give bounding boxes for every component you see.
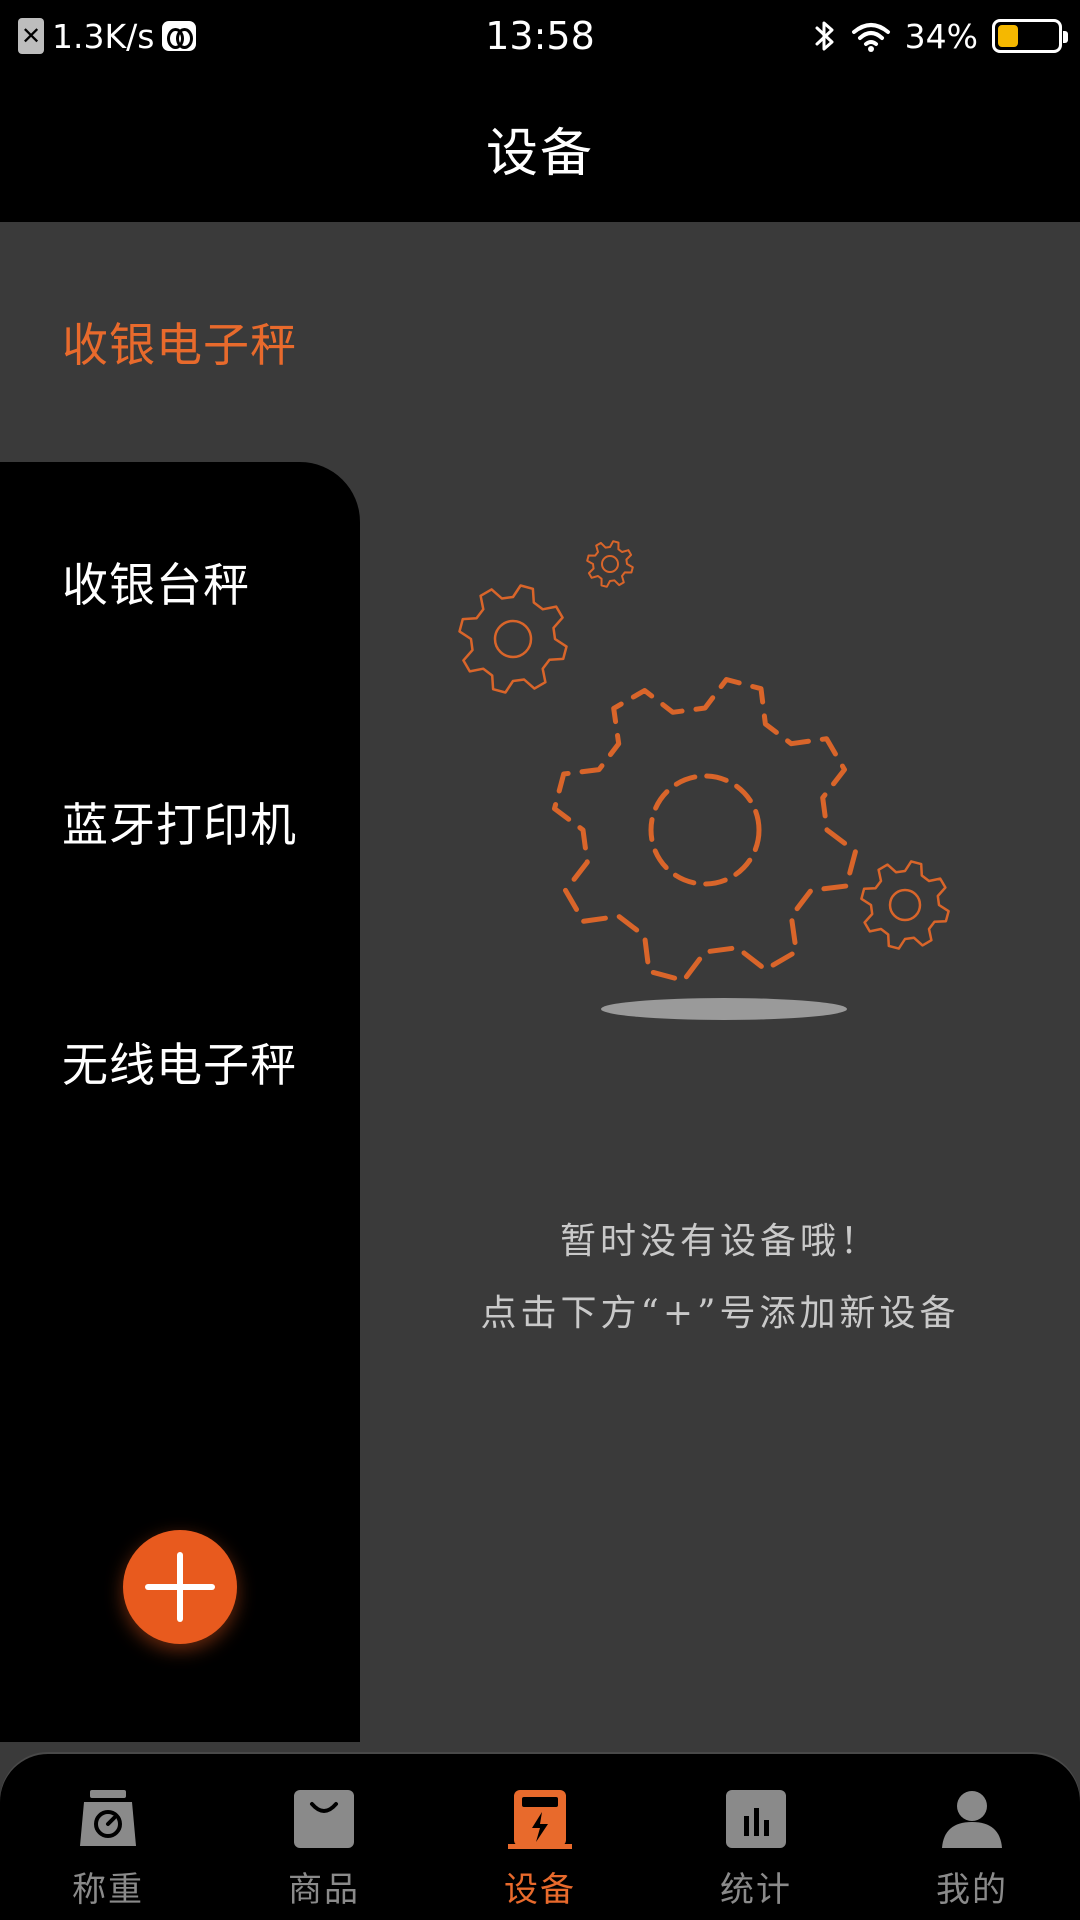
tab-bar-wrapper: 称重 商品 设备 统计 我的 <box>0 1742 1080 1920</box>
left-gear-icon <box>458 584 568 694</box>
gear-hole <box>888 888 922 922</box>
scale-icon <box>80 1790 136 1846</box>
device-category-sidebar: 收银电子秤 收银台秤 蓝牙打印机 无线电子秤 <box>0 222 360 1742</box>
large-gear-icon <box>552 677 858 983</box>
status-bar: ✕ 1.3K/s 13:58 34% <box>0 0 1080 74</box>
tab-weighing[interactable]: 称重 <box>0 1754 216 1920</box>
wifi-icon <box>851 23 890 52</box>
tab-profile[interactable]: 我的 <box>864 1754 1080 1920</box>
user-icon <box>942 1791 1002 1848</box>
sidebar-item-cash-scale[interactable]: 收银电子秤 <box>0 222 360 462</box>
tab-label: 统计 <box>720 1870 792 1910</box>
add-device-button[interactable] <box>123 1530 237 1644</box>
tab-devices[interactable]: 设备 <box>432 1754 648 1920</box>
battery-fill <box>998 25 1018 47</box>
sidebar-item-bluetooth-printer[interactable]: 蓝牙打印机 <box>0 702 360 942</box>
gear-hole <box>601 555 619 573</box>
battery-icon <box>992 19 1068 53</box>
gear-shadow <box>601 998 847 1020</box>
bluetooth-icon <box>815 21 834 51</box>
gears-icon <box>458 540 950 1020</box>
gear-hole <box>648 773 762 887</box>
bag-icon <box>294 1790 354 1848</box>
empty-state-title: 暂时没有设备哦！ <box>559 1221 880 1262</box>
sidebar-item-wireless-scale[interactable]: 无线电子秤 <box>0 942 360 1182</box>
empty-state-hint: 点击下方“+”号添加新设备 <box>480 1293 960 1334</box>
tab-statistics[interactable]: 统计 <box>648 1754 864 1920</box>
page-title: 设备 <box>485 123 594 184</box>
tab-label: 设备 <box>504 1870 576 1910</box>
status-right: 34% <box>813 16 1068 56</box>
tab-bar: 称重 商品 设备 统计 我的 <box>0 1754 1080 1920</box>
tab-products[interactable]: 商品 <box>216 1754 432 1920</box>
title-bar: 设备 <box>0 74 1080 222</box>
tab-label: 称重 <box>72 1870 144 1910</box>
sidebar-item-platform-scale[interactable]: 收银台秤 <box>0 462 360 702</box>
gear-hole <box>493 619 533 659</box>
small-gear-icon <box>586 540 634 588</box>
battery-percent: 34% <box>904 16 978 56</box>
chart-icon <box>726 1790 786 1848</box>
right-gear-icon <box>860 860 950 950</box>
device-icon <box>508 1790 572 1849</box>
content-area: 收银电子秤 收银台秤 蓝牙打印机 无线电子秤 暂时没有设备哦！ 点击下方“+”号… <box>0 222 1080 1742</box>
tab-label: 我的 <box>936 1870 1008 1910</box>
tab-label: 商品 <box>288 1870 360 1910</box>
